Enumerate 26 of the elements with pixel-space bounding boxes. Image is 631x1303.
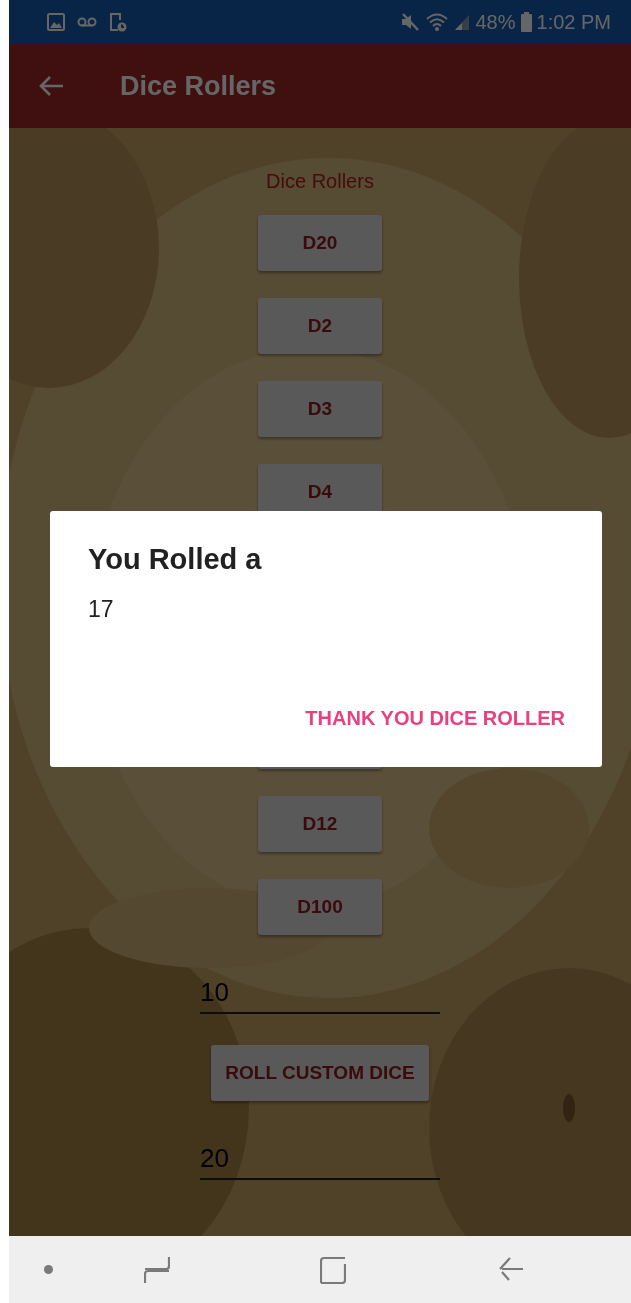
phone-clock-icon — [109, 12, 127, 32]
dot-icon[interactable] — [44, 1265, 53, 1274]
voicemail-icon — [77, 16, 97, 28]
dialog-message: 17 — [88, 596, 115, 623]
battery-icon — [520, 12, 532, 32]
clock: 1:02 PM — [536, 10, 611, 34]
dialog-action-button[interactable]: THANK YOU DICE ROLLER — [305, 703, 565, 734]
battery-percent: 48% — [475, 10, 516, 34]
number-field[interactable]: 20 — [200, 1138, 440, 1180]
mute-icon — [400, 12, 421, 32]
image-icon — [47, 13, 65, 31]
roll-button[interactable]: D100 — [258, 879, 382, 935]
number-field[interactable]: 10 — [200, 972, 440, 1014]
signal-icon — [454, 13, 471, 31]
roll-button[interactable]: D2 — [258, 298, 382, 354]
back-arrow-icon[interactable] — [38, 75, 64, 97]
recents-icon[interactable] — [144, 1255, 170, 1284]
dialog-title: You Rolled a — [88, 543, 263, 576]
roll-button[interactable]: ROLL CUSTOM DICE — [211, 1045, 429, 1101]
roll-button[interactable]: D12 — [258, 796, 382, 852]
roll-button[interactable]: D3 — [258, 381, 382, 437]
app-title: Dice Rollers — [120, 70, 277, 102]
heading: Dice Rollers — [266, 170, 374, 194]
roll-button[interactable]: D20 — [258, 215, 382, 271]
wifi-icon — [425, 12, 450, 32]
home-icon[interactable] — [320, 1255, 346, 1284]
